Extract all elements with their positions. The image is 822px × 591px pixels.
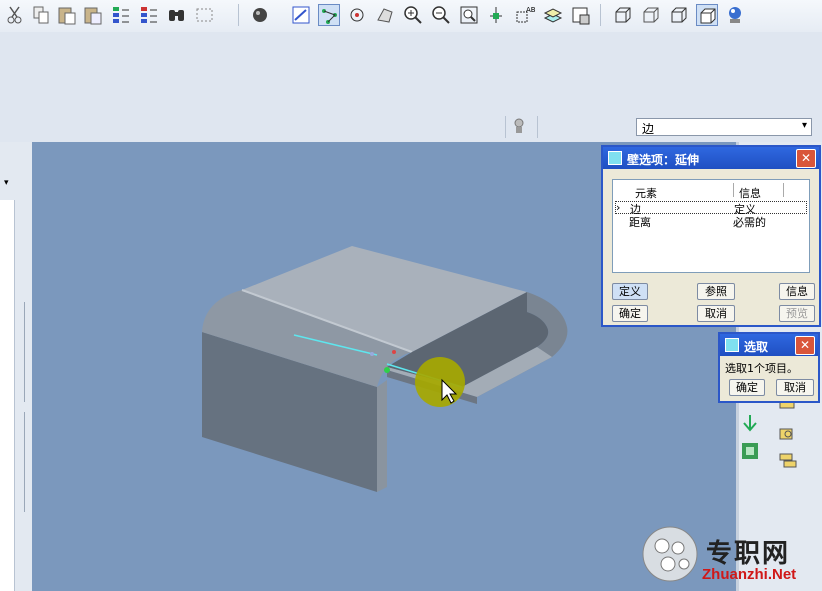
row-marker: › (616, 201, 621, 214)
watermark-logo-icon (640, 524, 700, 584)
select-message: 选取1个项目。 (725, 362, 798, 375)
appearance-icon[interactable] (724, 4, 746, 26)
shade-sphere-icon[interactable] (250, 4, 272, 26)
select-dialog: 选取 ✕ 选取1个项目。 确定 取消 (718, 332, 820, 403)
datum-plane-display-icon[interactable] (486, 4, 508, 26)
panel-collapse-icon[interactable]: ▾ (4, 178, 14, 188)
main-toolbar: AB (0, 0, 822, 32)
orient-icon[interactable] (374, 4, 396, 26)
watermark-en-text: Zhuanzhi.Net (702, 566, 797, 583)
row-element: 距离 (629, 216, 651, 229)
paste-icon[interactable] (56, 4, 78, 26)
define-button[interactable]: 定义 (612, 283, 648, 300)
spin-center-icon[interactable] (346, 4, 368, 26)
select-box-icon[interactable] (194, 4, 216, 26)
info-button[interactable]: 信息 (779, 283, 815, 300)
dialog-titlebar[interactable]: 选取 ✕ (720, 334, 818, 356)
paste-special-icon[interactable] (82, 4, 104, 26)
wireframe-icon[interactable] (612, 4, 634, 26)
shading-icon[interactable] (696, 4, 718, 26)
model-tree-panel: ▾ (0, 142, 32, 591)
reference-button[interactable]: 参照 (697, 283, 735, 300)
regenerate-icon[interactable] (110, 4, 132, 26)
cancel-button[interactable]: 取消 (697, 305, 735, 322)
dialog-titlebar[interactable]: 壁选项：延伸 ✕ (603, 147, 819, 169)
sketch-icon[interactable] (290, 4, 312, 26)
cut-icon[interactable] (4, 4, 26, 26)
row-info: 必需的 (733, 216, 766, 229)
bend-icon[interactable] (739, 412, 761, 434)
flange-wall-icon[interactable] (776, 424, 800, 446)
model-tree-list[interactable] (0, 200, 15, 591)
datum-icon[interactable] (318, 4, 340, 26)
dialog-title: 壁选项：延伸 (627, 153, 700, 167)
watermark-cn-text: 专职网 (706, 539, 791, 569)
cancel-button[interactable]: 取消 (776, 379, 814, 396)
dialog-app-icon (608, 151, 622, 165)
zoom-out-icon[interactable] (430, 4, 452, 26)
annotation-icon[interactable]: AB (514, 4, 536, 26)
unbend-icon[interactable] (739, 440, 761, 462)
regen-manager-icon[interactable] (138, 4, 160, 26)
element-list[interactable]: 元素 信息 › 边 定义 距离 必需的 (612, 179, 810, 273)
filter-value: 边 (642, 122, 655, 136)
column-header-info: 信息 (739, 187, 761, 200)
extend-wall-icon[interactable] (776, 450, 800, 472)
wall-options-dialog: 壁选项：延伸 ✕ 元素 信息 › 边 定义 距离 必需的 定义 参照 信息 确定… (601, 145, 821, 327)
no-hidden-icon[interactable] (668, 4, 690, 26)
saved-views-icon[interactable] (570, 4, 592, 26)
close-icon[interactable]: ✕ (796, 149, 816, 168)
zoom-in-icon[interactable] (402, 4, 424, 26)
chevron-down-icon[interactable]: ▾ (802, 120, 807, 131)
light-bulb-icon (513, 118, 525, 136)
layers-icon[interactable] (542, 4, 564, 26)
column-header-element: 元素 (635, 187, 657, 200)
ok-button[interactable]: 确定 (612, 305, 648, 322)
hidden-line-icon[interactable] (640, 4, 662, 26)
copy-icon[interactable] (30, 4, 52, 26)
ok-button[interactable]: 确定 (729, 379, 765, 396)
cursor-highlight (415, 357, 465, 407)
close-icon[interactable]: ✕ (795, 336, 815, 355)
refit-icon[interactable] (458, 4, 480, 26)
list-item[interactable]: › 边 定义 (615, 201, 807, 216)
selection-filter-dropdown[interactable]: 边 ▾ (636, 118, 812, 136)
svg-text:AB: AB (526, 6, 536, 14)
ribbon-area (0, 32, 822, 112)
dialog-title: 选取 (744, 340, 769, 354)
dialog-app-icon (725, 338, 739, 352)
list-item[interactable]: 距离 必需的 (615, 215, 807, 229)
preview-button[interactable]: 预览 (779, 305, 815, 322)
find-icon[interactable] (166, 4, 188, 26)
